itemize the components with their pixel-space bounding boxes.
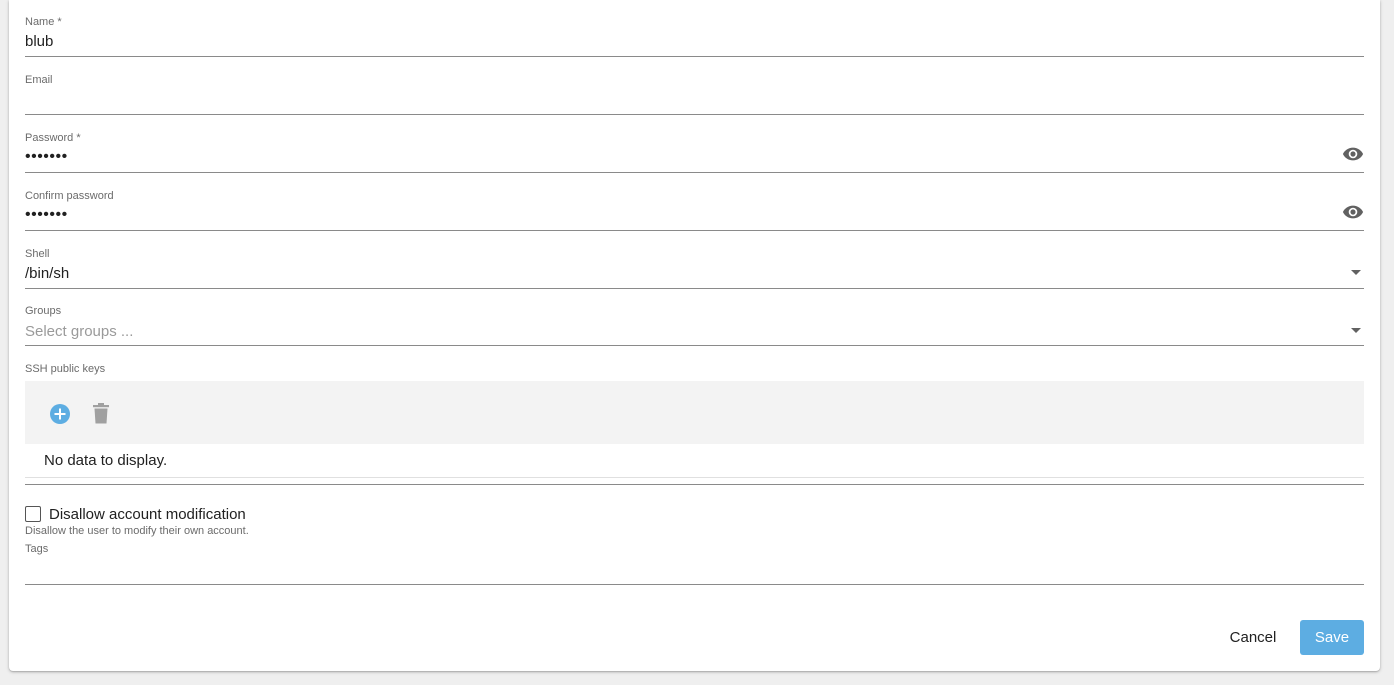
groups-label: Groups: [25, 305, 62, 317]
confirm-password-input[interactable]: •••••••: [25, 206, 68, 224]
email-label: Email: [25, 74, 53, 86]
plus-circle-icon[interactable]: [49, 403, 71, 425]
eye-icon[interactable]: [1342, 146, 1364, 162]
email-field[interactable]: Email: [25, 72, 1364, 115]
shell-select[interactable]: Shell /bin/sh: [25, 246, 1364, 289]
tags-field[interactable]: Tags: [25, 541, 1364, 585]
password-input[interactable]: •••••••: [25, 148, 68, 166]
disallow-modification-hint: Disallow the user to modify their own ac…: [25, 525, 249, 537]
chevron-down-icon[interactable]: [1351, 270, 1361, 275]
name-label: Name *: [25, 16, 62, 28]
password-field[interactable]: Password * •••••••: [25, 130, 1364, 173]
ssh-keys-toolbar: [25, 381, 1364, 444]
table-divider: [25, 477, 1364, 478]
cancel-button[interactable]: Cancel: [1216, 620, 1290, 655]
ssh-keys-empty-text: No data to display.: [44, 452, 168, 469]
disallow-modification-checkbox[interactable]: [25, 506, 41, 522]
name-field[interactable]: Name * blub: [25, 14, 1364, 57]
name-input[interactable]: blub: [25, 33, 53, 50]
confirm-password-field[interactable]: Confirm password •••••••: [25, 188, 1364, 231]
groups-select[interactable]: Groups Select groups ...: [25, 303, 1364, 346]
trash-icon[interactable]: [92, 403, 110, 424]
eye-icon[interactable]: [1342, 204, 1364, 220]
ssh-keys-label: SSH public keys: [25, 363, 106, 375]
shell-label: Shell: [25, 248, 50, 260]
confirm-password-label: Confirm password: [25, 190, 114, 202]
shell-value: /bin/sh: [25, 265, 70, 282]
disallow-modification-label[interactable]: Disallow account modification: [49, 506, 246, 523]
groups-placeholder: Select groups ...: [25, 323, 134, 340]
save-button[interactable]: Save: [1300, 620, 1364, 655]
password-label: Password *: [25, 132, 81, 144]
tags-label: Tags: [25, 543, 49, 555]
chevron-down-icon[interactable]: [1351, 328, 1361, 333]
user-form-card: Name * blub Email Password * ••••••• Con…: [9, 0, 1380, 671]
section-divider: [25, 484, 1364, 485]
